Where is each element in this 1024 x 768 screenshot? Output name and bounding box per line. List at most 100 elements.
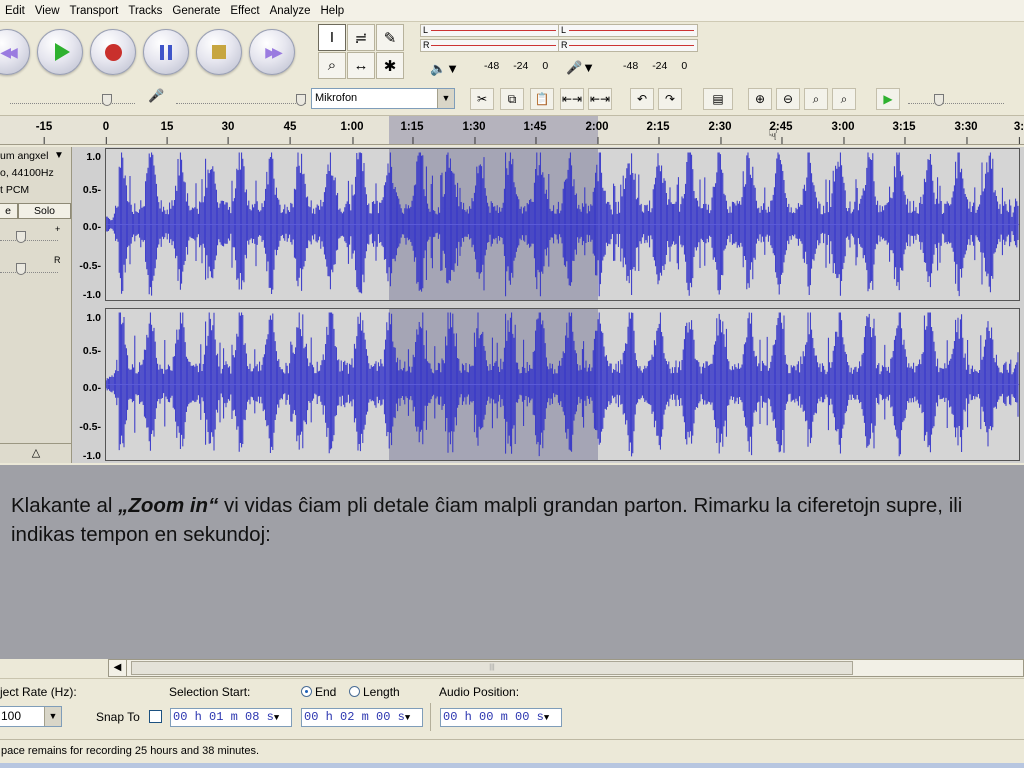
meter-right-channel: R (558, 39, 698, 52)
pause-button[interactable] (143, 29, 189, 75)
menu-view[interactable]: View (30, 0, 65, 22)
trim-button[interactable]: ⇤⇥ (560, 88, 584, 110)
undo-icon: ↶ (636, 92, 648, 106)
silence-button[interactable]: ⇤⇥ (588, 88, 612, 110)
meter-left-channel: L (420, 24, 560, 37)
ruler-tick-label: 30 (221, 121, 235, 144)
skip-to-end-button[interactable]: ▶▶ (249, 29, 295, 75)
selection-tool[interactable]: I (318, 24, 346, 51)
slide-caption: Klakante al „Zoom in“ vi vidas ĉiam pli … (11, 491, 1011, 549)
scroll-left-icon[interactable]: ◀ (109, 660, 127, 676)
copy-button[interactable]: ⧉ (500, 88, 524, 110)
skip-to-start-button[interactable]: ◀◀ (0, 29, 30, 75)
menu-edit[interactable]: Edit (0, 0, 30, 22)
waveform-channel-right[interactable] (105, 308, 1020, 461)
stop-button[interactable] (196, 29, 242, 75)
snap-to-checkbox[interactable] (149, 710, 162, 723)
zoom-out-button[interactable]: ⊖ (776, 88, 800, 110)
scale-label: 0 (681, 60, 688, 72)
caption-emphasis: „Zoom in“ (118, 494, 219, 517)
pan-slider[interactable] (0, 259, 58, 275)
waveform (106, 312, 1019, 457)
cut-button[interactable]: ✂ (470, 88, 494, 110)
ruler-tick-label: 2:00 (585, 121, 609, 144)
sync-lock-button[interactable]: ▤ (703, 88, 733, 110)
timeshift-tool[interactable]: ↔ (347, 52, 375, 79)
project-rate-select[interactable]: 100 ▼ (0, 706, 62, 727)
length-radio[interactable]: Length (349, 685, 400, 699)
envelope-icon: ≓ (354, 29, 368, 47)
time-value: 00 h 01 m 08 s (173, 710, 274, 724)
waveform (106, 152, 1019, 297)
skip-back-icon: ◀◀ (0, 43, 17, 60)
pause-icon (160, 44, 172, 60)
play-button[interactable] (37, 29, 83, 75)
draw-tool[interactable]: ✎ (376, 24, 404, 51)
skip-forward-icon: ▶▶ (265, 43, 282, 60)
waveform-channel-left[interactable] (105, 148, 1020, 301)
collapse-track-button[interactable]: △ (0, 443, 72, 463)
chevron-down-icon[interactable]: ▼ (54, 150, 64, 161)
slider-thumb[interactable] (296, 94, 306, 106)
slider-thumb[interactable] (16, 231, 26, 243)
input-meter[interactable]: L R (558, 24, 698, 54)
menu-generate[interactable]: Generate (167, 0, 225, 22)
play-at-speed-button[interactable]: ▶ (876, 88, 900, 110)
fit-project-button[interactable]: ⌕ (832, 88, 856, 110)
input-meter-scale: -48 -24 0 (623, 60, 687, 72)
audio-position-field[interactable]: 00 h 00 m 00 s▼ (440, 708, 562, 727)
end-radio[interactable]: End (301, 685, 336, 699)
scale-label: -24 (652, 60, 668, 72)
timeline-ruler[interactable]: -15 0 15 30 45 1:00 1:15 1:30 1:45 2:00 … (0, 115, 1024, 145)
length-label: Length (363, 685, 400, 699)
play-speed-slider[interactable] (908, 90, 1004, 106)
track-rate: o, 44100Hz (0, 167, 54, 179)
menu-tracks[interactable]: Tracks (123, 0, 167, 22)
slider-thumb[interactable] (102, 94, 112, 106)
asterisk-icon: ✱ (383, 57, 397, 75)
ruler-tick-label: 3: (1013, 121, 1024, 144)
speaker-icon[interactable]: 🔈▼ (430, 61, 459, 77)
scale-label: 1.0 (86, 151, 101, 163)
menu-help[interactable]: Help (316, 0, 350, 22)
slider-thumb[interactable] (16, 263, 26, 275)
gain-plus-label: + (55, 224, 61, 234)
menu-effect[interactable]: Effect (225, 0, 264, 22)
multi-tool[interactable]: ✱ (376, 52, 404, 79)
scale-label: 1.0 (86, 312, 101, 324)
record-icon (104, 43, 122, 61)
zoom-tool[interactable]: ⌕ (318, 52, 346, 79)
slider-thumb[interactable] (934, 94, 944, 106)
paste-icon: 📋 (534, 92, 550, 106)
menu-transport[interactable]: Transport (65, 0, 124, 22)
record-button[interactable] (90, 29, 136, 75)
horizontal-scrollbar[interactable]: ◀ ||| (108, 659, 1024, 677)
selection-start-field[interactable]: 00 h 01 m 08 s▼ (170, 708, 292, 727)
track-name[interactable]: um angxel (0, 150, 48, 162)
redo-button[interactable]: ↷ (658, 88, 682, 110)
output-meter[interactable]: L R (420, 24, 560, 54)
hand-cursor-icon: ☟ (768, 127, 778, 144)
undo-button[interactable]: ↶ (630, 88, 654, 110)
taskbar-edge (0, 763, 1024, 768)
chevron-down-icon: ▼ (273, 713, 280, 723)
meter-right-channel: R (420, 39, 560, 52)
zoom-in-button[interactable]: ⊕ (748, 88, 772, 110)
snap-to-label: Snap To (96, 710, 140, 724)
zoom-in-icon: ⊕ (754, 92, 766, 106)
envelope-tool[interactable]: ≓ (347, 24, 375, 51)
selection-end-field[interactable]: 00 h 02 m 00 s▼ (301, 708, 423, 727)
gain-slider[interactable] (0, 227, 58, 243)
mute-button[interactable]: e (0, 203, 18, 219)
scrollbar-thumb[interactable]: ||| (131, 661, 853, 675)
input-volume-slider[interactable] (176, 90, 306, 106)
fit-selection-button[interactable]: ⌕ (804, 88, 828, 110)
solo-button[interactable]: Solo (18, 203, 71, 219)
ruler-tick-label: 1:45 (523, 121, 547, 144)
project-rate-label: ject Rate (Hz): (0, 685, 77, 699)
paste-button[interactable]: 📋 (530, 88, 554, 110)
menu-analyze[interactable]: Analyze (265, 0, 316, 22)
input-source-select[interactable]: Mikrofon ▼ (311, 88, 455, 109)
microphone-icon[interactable]: 🎤▼ (566, 60, 595, 76)
output-volume-slider[interactable] (10, 90, 135, 106)
